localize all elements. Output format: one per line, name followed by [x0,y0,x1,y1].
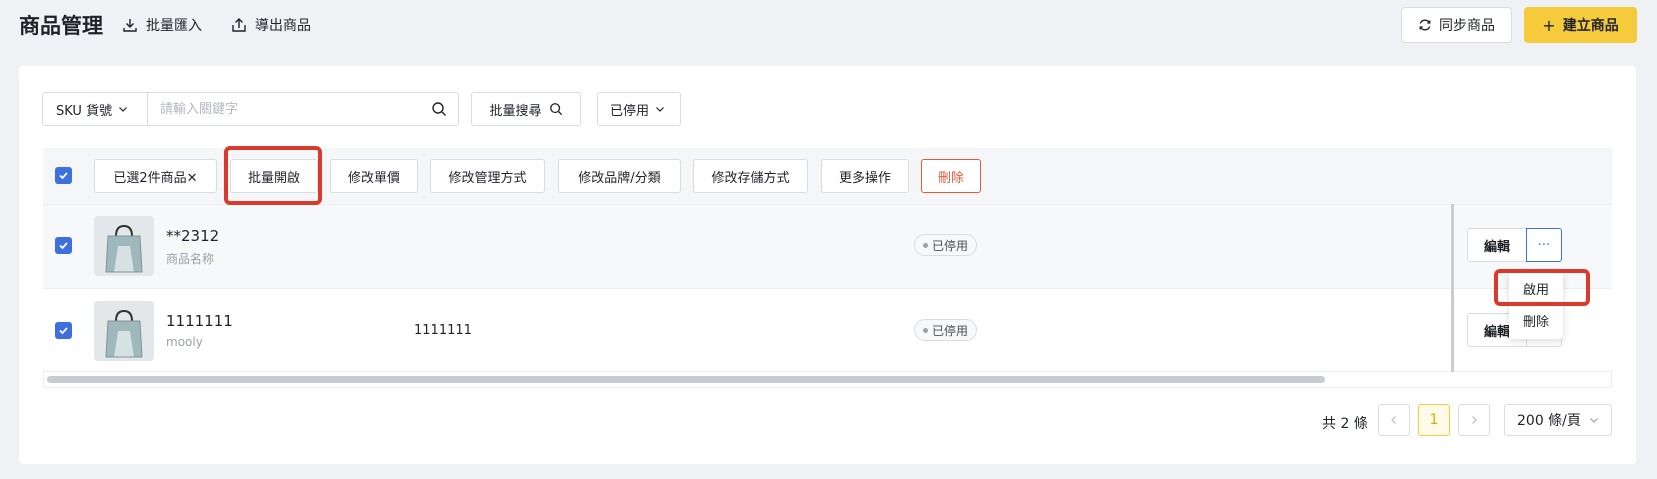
bulk-delete-button[interactable]: 刪除 [921,159,981,193]
product-sku: 1111111 [166,312,233,330]
export-products-button[interactable]: 導出商品 [230,15,311,35]
delete-menu-item[interactable]: 刪除 [1509,311,1563,330]
product-thumbnail [94,216,154,276]
edit-button[interactable]: 編輯 [1467,228,1527,262]
page-size-select[interactable]: 200 條/頁 [1504,404,1612,436]
check-icon [59,327,68,335]
batch-import-label: 批量匯入 [146,18,202,34]
edit-price-button[interactable]: 修改單價 [330,159,418,193]
search-input[interactable] [148,93,418,125]
more-actions-button[interactable]: 更多操作 [821,159,909,193]
search-field-value: SKU 貨號 [56,103,113,119]
check-icon [59,242,68,250]
prev-page-button[interactable] [1378,404,1410,436]
sync-icon [1419,19,1431,31]
page-size-value: 200 條/頁 [1517,413,1581,429]
table-row [43,288,1612,372]
row-actions-dropdown: 啟用 刪除 [1509,271,1563,339]
batch-import-button[interactable]: 批量匯入 [121,15,202,35]
search-field-select[interactable]: SKU 貨號 [42,92,148,126]
row-checkbox[interactable] [55,237,72,254]
product-name: mooly [166,335,203,349]
product-code: 1111111 [414,323,472,338]
upload-icon [232,18,246,32]
product-thumbnail [94,301,154,361]
page-title: 商品管理 [19,14,103,38]
chevron-left-icon [1391,416,1396,424]
horizontal-scrollbar[interactable] [47,376,1325,383]
next-page-button[interactable] [1458,404,1490,436]
status-dot [923,327,928,333]
status-label: 已停用 [932,238,969,253]
status-badge: 已停用 [914,234,978,256]
row-more-button[interactable]: ··· [1526,228,1562,262]
batch-enable-button[interactable]: 批量開啟 [230,159,318,193]
check-icon [59,172,68,180]
edit-storage-button[interactable]: 修改存儲方式 [693,159,808,193]
chevron-down-icon [119,107,128,112]
select-all-checkbox[interactable] [55,167,72,184]
chevron-down-icon [1589,418,1598,423]
product-sku: **2312 [166,227,220,245]
search-icon[interactable] [431,101,447,117]
edit-management-button[interactable]: 修改管理方式 [430,159,545,193]
product-name: 商品名称 [166,252,215,266]
bag-image [94,301,154,361]
total-count: 共 2 條 [1322,416,1368,432]
search-box [147,92,459,126]
page-number-button[interactable]: 1 [1418,404,1450,436]
batch-search-button[interactable]: 批量搜尋 [471,92,581,126]
chevron-right-icon [1472,416,1477,424]
plus-icon: + [1542,15,1556,35]
fixed-column-divider [1451,204,1454,372]
row-checkbox[interactable] [55,322,72,339]
status-label: 已停用 [932,323,969,338]
top-bar: 商品管理 批量匯入 導出商品 同步商品 + 建立商品 [0,0,1657,50]
create-product-label: 建立商品 [1562,18,1619,34]
status-filter-value: 已停用 [610,103,650,119]
download-icon [123,19,137,32]
edit-brand-category-button[interactable]: 修改品牌/分類 [558,159,681,193]
batch-search-label: 批量搜尋 [489,103,542,119]
status-filter-select[interactable]: 已停用 [597,92,681,126]
search-icon [549,103,562,116]
status-badge: 已停用 [914,319,978,341]
sync-products-button[interactable]: 同步商品 [1401,7,1512,43]
export-products-label: 導出商品 [255,18,311,34]
selected-count-button[interactable]: 已選2件商品✕ [94,159,217,193]
bag-image [94,216,154,276]
table-row [43,204,1612,288]
create-product-button[interactable]: + 建立商品 [1524,7,1637,43]
status-dot [923,242,928,248]
sync-products-label: 同步商品 [1439,18,1495,34]
chevron-down-icon [656,107,664,112]
enable-menu-item[interactable]: 啟用 [1509,279,1563,298]
